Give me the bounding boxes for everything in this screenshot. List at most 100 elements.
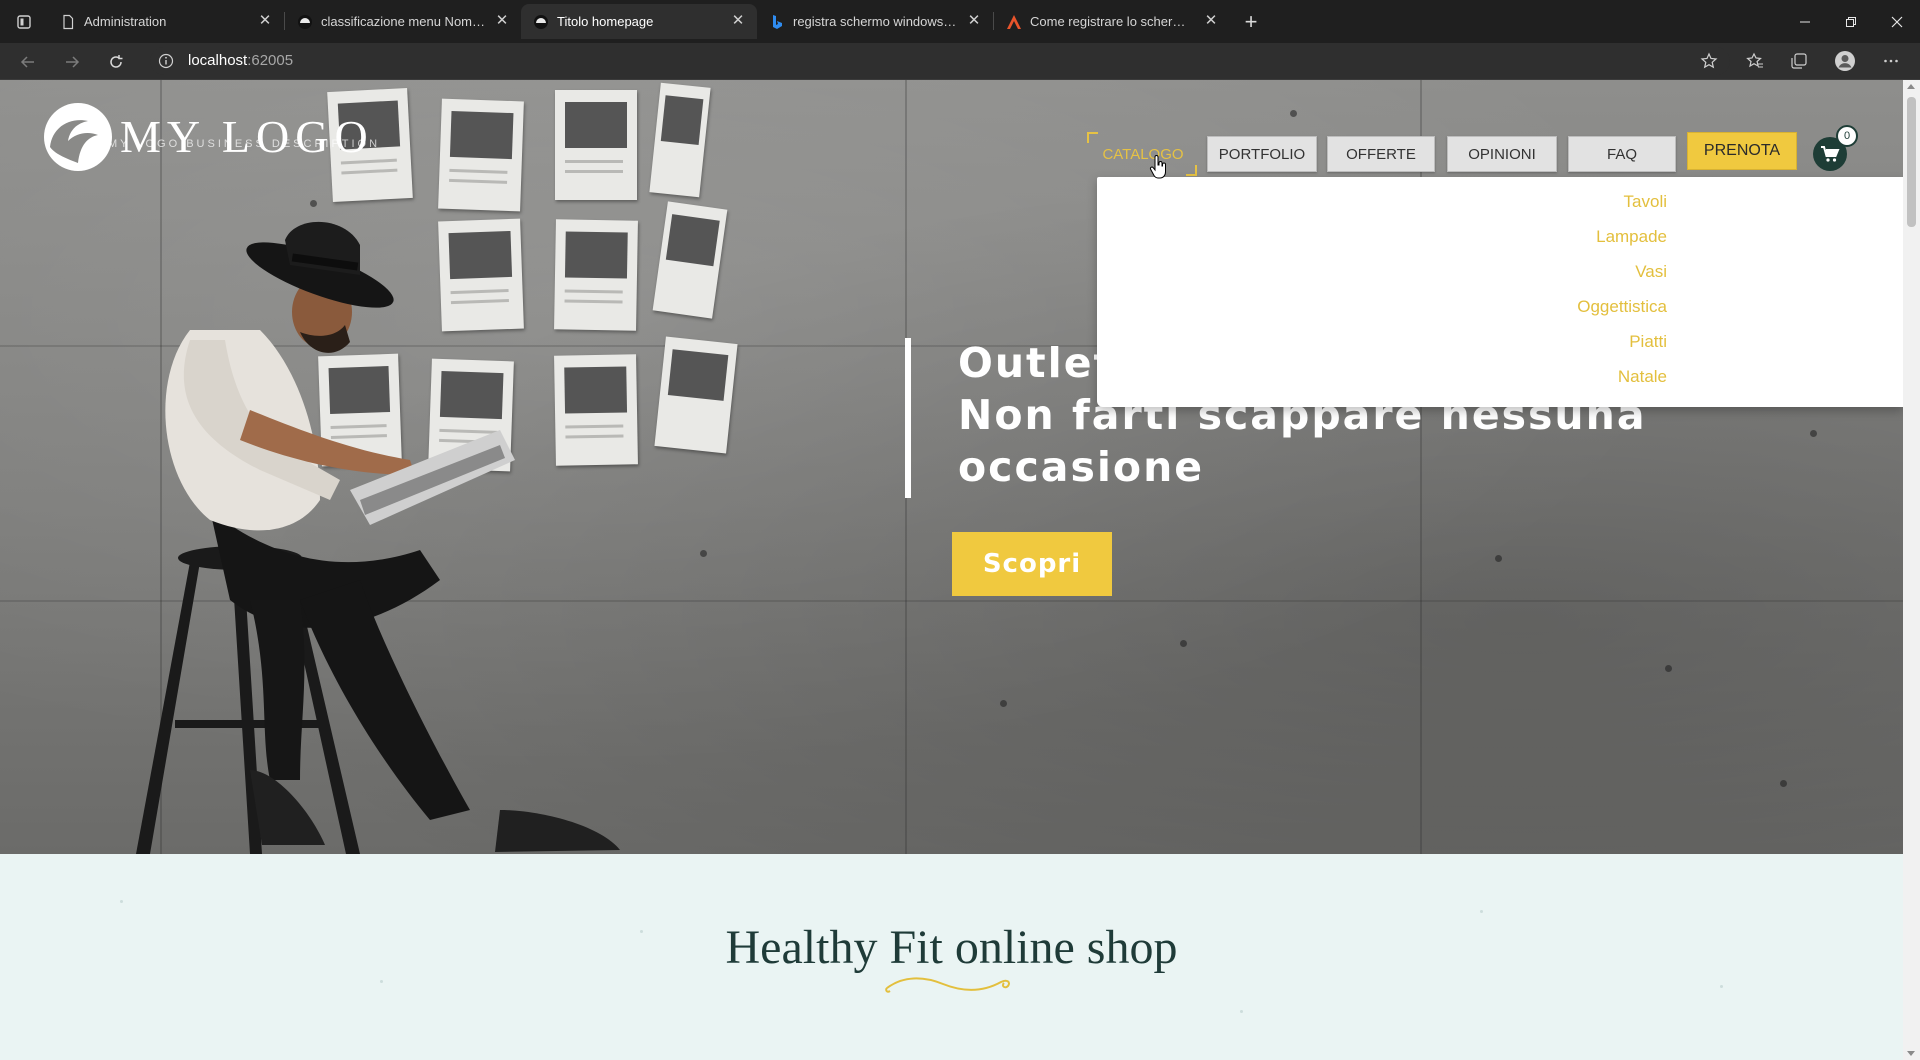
dropdown-item-natale[interactable]: Natale	[1618, 367, 1667, 387]
menu-opinioni[interactable]: OPINIONI	[1447, 136, 1557, 172]
dropdown-item-oggettistica[interactable]: Oggettistica	[1577, 297, 1667, 317]
scroll-up-icon[interactable]	[1907, 84, 1915, 89]
tab-come-registrare[interactable]: Come registrare lo schermo su W ✕	[994, 4, 1230, 39]
restore-icon	[1846, 16, 1856, 27]
prenota-button[interactable]: PRENOTA	[1687, 132, 1797, 170]
wall-hole	[700, 550, 707, 557]
menu-faq[interactable]: FAQ	[1568, 136, 1676, 172]
menu-catalogo[interactable]: CATALOGO	[1097, 136, 1189, 172]
tab-administration[interactable]: Administration ✕	[48, 4, 284, 39]
tab-registra-schermo[interactable]: registra schermo windows 10 - B ✕	[757, 4, 993, 39]
tab-actions-button[interactable]	[0, 0, 48, 43]
site-logo[interactable]: MY LOGO	[42, 102, 374, 172]
tab-classificazione[interactable]: classificazione menu Nome Sito ✕	[285, 4, 521, 39]
wall-hole	[1495, 555, 1502, 562]
collections-button[interactable]	[1784, 47, 1814, 75]
scopri-label: Scopri	[982, 549, 1082, 579]
close-icon	[1891, 16, 1903, 27]
menu-offerte-label: OFFERTE	[1346, 145, 1416, 163]
web-page: MY LOGO MY LOGO BUSINESS DESCRIPTION CAT…	[0, 80, 1903, 1060]
minimize-icon	[1800, 21, 1810, 22]
reload-button[interactable]	[102, 49, 130, 75]
logo-text: MY LOGO	[120, 111, 374, 162]
address-toolbar: localhost:62005	[0, 43, 1920, 80]
scrollbar-thumb[interactable]	[1907, 97, 1916, 227]
dropdown-item-lampade[interactable]: Lampade	[1596, 227, 1667, 247]
close-tab-icon[interactable]: ✕	[256, 12, 274, 30]
hero-banner: MY LOGO MY LOGO BUSINESS DESCRIPTION CAT…	[0, 80, 1903, 854]
catalog-corner-decoration	[1087, 132, 1098, 143]
dropdown-item-vasi[interactable]: Vasi	[1635, 262, 1667, 282]
cart-count-badge: 0	[1836, 125, 1858, 147]
scroll-down-icon[interactable]	[1907, 1051, 1915, 1056]
background-speckle	[120, 900, 123, 903]
wall-hole	[1000, 700, 1007, 707]
menu-portfolio-label: PORTFOLIO	[1218, 145, 1306, 163]
mouse-cursor-icon	[1149, 155, 1166, 179]
background-speckle	[380, 980, 383, 983]
menu-portfolio[interactable]: PORTFOLIO	[1207, 136, 1317, 172]
window-controls	[1782, 0, 1920, 43]
favorites-button[interactable]	[1740, 47, 1770, 75]
back-button[interactable]	[14, 49, 42, 75]
url-field[interactable]: localhost:62005	[150, 47, 1730, 75]
profile-button[interactable]	[1830, 47, 1860, 75]
restore-button[interactable]	[1828, 0, 1874, 43]
dropdown-item-tavoli[interactable]: Tavoli	[1624, 192, 1667, 212]
close-tab-icon[interactable]: ✕	[965, 12, 983, 30]
menu-opinioni-label: OPINIONI	[1468, 145, 1536, 163]
tab-actions-icon	[17, 14, 31, 29]
background-speckle	[1720, 985, 1723, 988]
section-title: Healthy Fit online shop	[725, 921, 1178, 974]
background-speckle	[1480, 910, 1483, 913]
more-icon	[1884, 59, 1898, 63]
url-text: localhost:62005	[188, 52, 293, 69]
menu-faq-label: FAQ	[1606, 145, 1637, 163]
catalog-corner-decoration	[1186, 165, 1197, 176]
close-tab-icon[interactable]: ✕	[729, 12, 747, 30]
menu-offerte[interactable]: OFFERTE	[1327, 136, 1435, 172]
document-icon	[63, 14, 74, 30]
close-window-button[interactable]	[1874, 0, 1920, 43]
star-add-icon	[1700, 52, 1718, 69]
close-tab-icon[interactable]: ✕	[1202, 12, 1220, 30]
tab-title: Come registrare lo schermo su W	[1030, 14, 1196, 29]
add-favorite-button[interactable]	[1694, 47, 1724, 75]
avatar-icon	[1835, 51, 1855, 71]
bing-icon	[773, 15, 782, 29]
favorites-icon	[1746, 52, 1763, 68]
catalog-dropdown: Tavoli Lampade Vasi Oggettistica Piatti …	[1097, 177, 1903, 407]
aranzulla-icon	[1007, 15, 1021, 29]
collections-icon	[1791, 53, 1807, 69]
reload-icon	[110, 55, 123, 68]
browser-tab-bar: Administration ✕ classificazione menu No…	[0, 0, 1920, 43]
forward-arrow-icon	[66, 56, 80, 68]
scopri-button[interactable]: Scopri	[952, 532, 1112, 596]
menu-catalogo-label: CATALOGO	[1102, 145, 1184, 163]
hero-man-illustration	[136, 221, 620, 854]
tab-title: classificazione menu Nome Sito	[321, 14, 487, 29]
back-arrow-icon	[20, 56, 34, 68]
page-scrollbar[interactable]	[1903, 80, 1920, 1060]
wall-hole	[1780, 780, 1787, 787]
tab-title: Administration	[84, 14, 167, 29]
minimize-button[interactable]	[1782, 0, 1828, 43]
tagline-accent-bar	[905, 338, 911, 498]
logo-subtitle: MY LOGO BUSINESS DESCRIPTION	[108, 138, 381, 150]
wall-hole	[1665, 665, 1672, 672]
close-tab-icon[interactable]: ✕	[493, 12, 511, 30]
wall-hole	[1290, 110, 1297, 117]
site-icon	[534, 15, 548, 29]
tab-title: Titolo homepage	[557, 14, 654, 29]
dropdown-item-piatti[interactable]: Piatti	[1629, 332, 1667, 352]
new-tab-button[interactable]: +	[1234, 5, 1268, 39]
info-icon[interactable]	[158, 53, 174, 69]
tab-titolo-homepage[interactable]: Titolo homepage ✕	[521, 4, 757, 39]
shopping-cart-icon	[1821, 146, 1840, 162]
tab-title: registra schermo windows 10 - B	[793, 14, 959, 29]
forward-button[interactable]	[58, 49, 86, 75]
settings-menu-button[interactable]	[1876, 47, 1906, 75]
url-host: localhost	[188, 52, 248, 69]
wall-hole	[1180, 640, 1187, 647]
background-speckle	[1240, 1010, 1243, 1013]
